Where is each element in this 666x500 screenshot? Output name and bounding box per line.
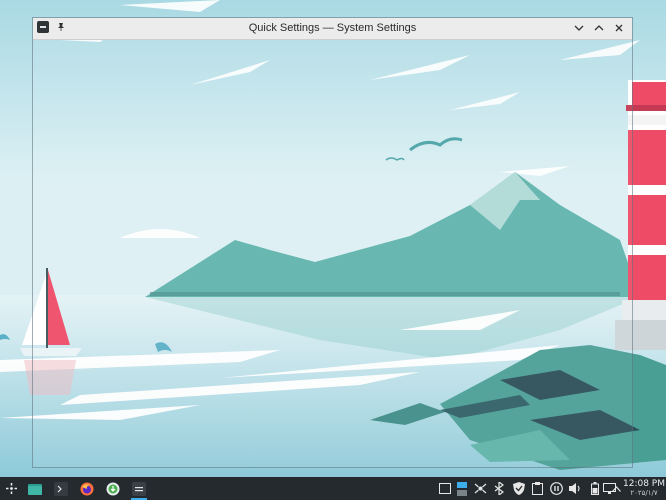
desktop-icon[interactable] — [438, 482, 451, 495]
clock-time: 12:08 PM — [623, 479, 665, 489]
virtual-desktop-icon[interactable] — [455, 481, 468, 496]
terminal-icon[interactable] — [52, 477, 70, 500]
close-button[interactable] — [612, 21, 626, 35]
volume-icon[interactable] — [569, 482, 582, 495]
bluetooth-icon[interactable] — [493, 482, 506, 495]
system-settings-window[interactable]: Quick Settings — System Settings — [32, 17, 633, 468]
clipboard-icon[interactable] — [531, 482, 544, 495]
taskbar: 12:08 PM ۲۰۲۵/۱/۷ — [0, 477, 666, 500]
application-launcher-icon[interactable] — [2, 477, 20, 500]
media-icon[interactable] — [550, 482, 563, 495]
expand-icon[interactable] — [611, 482, 621, 495]
firefox-icon[interactable] — [78, 477, 96, 500]
minimize-button[interactable] — [572, 21, 586, 35]
security-icon[interactable] — [512, 482, 525, 495]
network-icon[interactable] — [474, 482, 487, 495]
window-titlebar[interactable]: Quick Settings — System Settings — [33, 18, 632, 40]
battery-icon[interactable] — [588, 482, 601, 495]
system-settings-icon[interactable] — [130, 477, 148, 500]
maximize-button[interactable] — [592, 21, 606, 35]
file-manager-icon[interactable] — [26, 477, 44, 500]
software-center-icon[interactable] — [104, 477, 122, 500]
clock-date: ۲۰۲۵/۱/۷ — [630, 489, 658, 497]
digital-clock[interactable]: 12:08 PM ۲۰۲۵/۱/۷ — [622, 479, 666, 498]
window-title: Quick Settings — System Settings — [248, 22, 417, 34]
